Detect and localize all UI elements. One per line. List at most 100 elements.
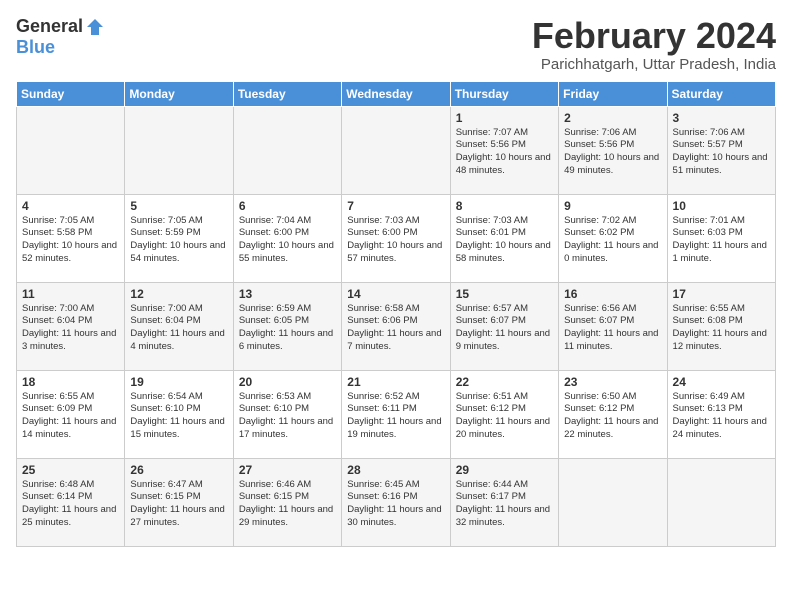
calendar-cell bbox=[17, 106, 125, 194]
day-number: 24 bbox=[673, 375, 770, 389]
calendar-cell: 6 Sunrise: 7:04 AM Sunset: 6:00 PM Daylig… bbox=[233, 194, 341, 282]
cell-info: Sunrise: 7:06 AM Sunset: 5:56 PM Dayligh… bbox=[564, 127, 661, 178]
day-number: 8 bbox=[456, 199, 553, 213]
calendar-cell: 22 Sunrise: 6:51 AM Sunset: 6:12 PM Dayli… bbox=[450, 370, 558, 458]
day-number: 16 bbox=[564, 287, 661, 301]
calendar-cell: 8 Sunrise: 7:03 AM Sunset: 6:01 PM Daylig… bbox=[450, 194, 558, 282]
calendar-cell: 12Sunrise: 7:00 AM Sunset: 6:04 PM Dayli… bbox=[125, 282, 233, 370]
calendar-cell: 2 Sunrise: 7:06 AM Sunset: 5:56 PM Daylig… bbox=[559, 106, 667, 194]
cell-info: Sunrise: 6:56 AM Sunset: 6:07 PM Dayligh… bbox=[564, 303, 661, 354]
calendar-cell: 16 Sunrise: 6:56 AM Sunset: 6:07 PM Dayli… bbox=[559, 282, 667, 370]
day-number: 11 bbox=[22, 287, 119, 301]
calendar-cell: 7 Sunrise: 7:03 AM Sunset: 6:00 PM Daylig… bbox=[342, 194, 450, 282]
day-number: 28 bbox=[347, 463, 444, 477]
day-number: 3 bbox=[673, 111, 770, 125]
week-row-0: 1 Sunrise: 7:07 AM Sunset: 5:56 PM Daylig… bbox=[17, 106, 776, 194]
logo-blue-text: Blue bbox=[16, 37, 55, 58]
month-title: February 2024 bbox=[532, 16, 776, 56]
header-sunday: Sunday bbox=[17, 81, 125, 106]
cell-info: Sunrise: 7:02 AM Sunset: 6:02 PM Dayligh… bbox=[564, 215, 661, 266]
day-number: 19 bbox=[130, 375, 227, 389]
day-number: 7 bbox=[347, 199, 444, 213]
day-number: 23 bbox=[564, 375, 661, 389]
cell-info: Sunrise: 6:51 AM Sunset: 6:12 PM Dayligh… bbox=[456, 391, 553, 442]
day-number: 20 bbox=[239, 375, 336, 389]
logo-general-text: General bbox=[16, 16, 83, 37]
cell-info: Sunrise: 6:59 AM Sunset: 6:05 PM Dayligh… bbox=[239, 303, 336, 354]
day-number: 2 bbox=[564, 111, 661, 125]
cell-info: Sunrise: 6:48 AM Sunset: 6:14 PM Dayligh… bbox=[22, 479, 119, 530]
day-number: 21 bbox=[347, 375, 444, 389]
calendar-table: SundayMondayTuesdayWednesdayThursdayFrid… bbox=[16, 81, 776, 547]
calendar-cell: 9 Sunrise: 7:02 AM Sunset: 6:02 PM Daylig… bbox=[559, 194, 667, 282]
cell-info: Sunrise: 6:54 AM Sunset: 6:10 PM Dayligh… bbox=[130, 391, 227, 442]
cell-info: Sunrise: 7:01 AM Sunset: 6:03 PM Dayligh… bbox=[673, 215, 770, 266]
cell-info: Sunrise: 7:04 AM Sunset: 6:00 PM Dayligh… bbox=[239, 215, 336, 266]
cell-info: Sunrise: 7:07 AM Sunset: 5:56 PM Dayligh… bbox=[456, 127, 553, 178]
day-number: 26 bbox=[130, 463, 227, 477]
day-number: 14 bbox=[347, 287, 444, 301]
calendar-cell: 21 Sunrise: 6:52 AM Sunset: 6:11 PM Dayli… bbox=[342, 370, 450, 458]
day-number: 10 bbox=[673, 199, 770, 213]
calendar-cell bbox=[667, 458, 775, 546]
calendar-cell bbox=[559, 458, 667, 546]
calendar-cell: 14Sunrise: 6:58 AM Sunset: 6:06 PM Dayli… bbox=[342, 282, 450, 370]
day-number: 6 bbox=[239, 199, 336, 213]
calendar-cell: 20 Sunrise: 6:53 AM Sunset: 6:10 PM Dayli… bbox=[233, 370, 341, 458]
calendar-cell: 17 Sunrise: 6:55 AM Sunset: 6:08 PM Dayli… bbox=[667, 282, 775, 370]
day-number: 12 bbox=[130, 287, 227, 301]
week-row-1: 4 Sunrise: 7:05 AM Sunset: 5:58 PM Daylig… bbox=[17, 194, 776, 282]
calendar-cell: 10 Sunrise: 7:01 AM Sunset: 6:03 PM Dayli… bbox=[667, 194, 775, 282]
cell-info: Sunrise: 6:49 AM Sunset: 6:13 PM Dayligh… bbox=[673, 391, 770, 442]
cell-info: Sunrise: 7:05 AM Sunset: 5:58 PM Dayligh… bbox=[22, 215, 119, 266]
cell-info: Sunrise: 6:47 AM Sunset: 6:15 PM Dayligh… bbox=[130, 479, 227, 530]
calendar-cell bbox=[125, 106, 233, 194]
day-number: 4 bbox=[22, 199, 119, 213]
day-number: 22 bbox=[456, 375, 553, 389]
header-monday: Monday bbox=[125, 81, 233, 106]
calendar-cell: 19 Sunrise: 6:54 AM Sunset: 6:10 PM Dayli… bbox=[125, 370, 233, 458]
cell-info: Sunrise: 7:00 AM Sunset: 6:04 PM Dayligh… bbox=[22, 303, 119, 354]
calendar-cell: 24 Sunrise: 6:49 AM Sunset: 6:13 PM Dayli… bbox=[667, 370, 775, 458]
day-number: 1 bbox=[456, 111, 553, 125]
header-thursday: Thursday bbox=[450, 81, 558, 106]
calendar-cell: 29Sunrise: 6:44 AM Sunset: 6:17 PM Dayli… bbox=[450, 458, 558, 546]
week-row-4: 25 Sunrise: 6:48 AM Sunset: 6:14 PM Dayli… bbox=[17, 458, 776, 546]
cell-info: Sunrise: 7:03 AM Sunset: 6:01 PM Dayligh… bbox=[456, 215, 553, 266]
day-number: 25 bbox=[22, 463, 119, 477]
calendar-cell: 5Sunrise: 7:05 AM Sunset: 5:59 PM Daylig… bbox=[125, 194, 233, 282]
title-block: February 2024 Parichhatgarh, Uttar Prade… bbox=[532, 16, 776, 73]
cell-info: Sunrise: 6:52 AM Sunset: 6:11 PM Dayligh… bbox=[347, 391, 444, 442]
header-saturday: Saturday bbox=[667, 81, 775, 106]
cell-info: Sunrise: 6:50 AM Sunset: 6:12 PM Dayligh… bbox=[564, 391, 661, 442]
calendar-cell: 23 Sunrise: 6:50 AM Sunset: 6:12 PM Dayli… bbox=[559, 370, 667, 458]
cell-info: Sunrise: 7:03 AM Sunset: 6:00 PM Dayligh… bbox=[347, 215, 444, 266]
cell-info: Sunrise: 6:55 AM Sunset: 6:08 PM Dayligh… bbox=[673, 303, 770, 354]
calendar-cell: 15 Sunrise: 6:57 AM Sunset: 6:07 PM Dayli… bbox=[450, 282, 558, 370]
week-row-2: 11 Sunrise: 7:00 AM Sunset: 6:04 PM Dayli… bbox=[17, 282, 776, 370]
logo-icon bbox=[85, 17, 105, 37]
calendar-cell bbox=[342, 106, 450, 194]
calendar-cell: 26 Sunrise: 6:47 AM Sunset: 6:15 PM Dayli… bbox=[125, 458, 233, 546]
header-row: SundayMondayTuesdayWednesdayThursdayFrid… bbox=[17, 81, 776, 106]
cell-info: Sunrise: 6:55 AM Sunset: 6:09 PM Dayligh… bbox=[22, 391, 119, 442]
cell-info: Sunrise: 7:05 AM Sunset: 5:59 PM Dayligh… bbox=[130, 215, 227, 266]
cell-info: Sunrise: 6:45 AM Sunset: 6:16 PM Dayligh… bbox=[347, 479, 444, 530]
header-wednesday: Wednesday bbox=[342, 81, 450, 106]
calendar-cell: 11 Sunrise: 7:00 AM Sunset: 6:04 PM Dayli… bbox=[17, 282, 125, 370]
day-number: 13 bbox=[239, 287, 336, 301]
cell-info: Sunrise: 6:53 AM Sunset: 6:10 PM Dayligh… bbox=[239, 391, 336, 442]
day-number: 9 bbox=[564, 199, 661, 213]
calendar-cell: 27Sunrise: 6:46 AM Sunset: 6:15 PM Dayli… bbox=[233, 458, 341, 546]
calendar-cell: 1 Sunrise: 7:07 AM Sunset: 5:56 PM Daylig… bbox=[450, 106, 558, 194]
logo: General Blue bbox=[16, 16, 105, 58]
cell-info: Sunrise: 6:46 AM Sunset: 6:15 PM Dayligh… bbox=[239, 479, 336, 530]
calendar-cell bbox=[233, 106, 341, 194]
day-number: 18 bbox=[22, 375, 119, 389]
location-title: Parichhatgarh, Uttar Pradesh, India bbox=[532, 56, 776, 73]
cell-info: Sunrise: 6:57 AM Sunset: 6:07 PM Dayligh… bbox=[456, 303, 553, 354]
day-number: 17 bbox=[673, 287, 770, 301]
day-number: 15 bbox=[456, 287, 553, 301]
calendar-cell: 13 Sunrise: 6:59 AM Sunset: 6:05 PM Dayli… bbox=[233, 282, 341, 370]
calendar-cell: 4 Sunrise: 7:05 AM Sunset: 5:58 PM Daylig… bbox=[17, 194, 125, 282]
